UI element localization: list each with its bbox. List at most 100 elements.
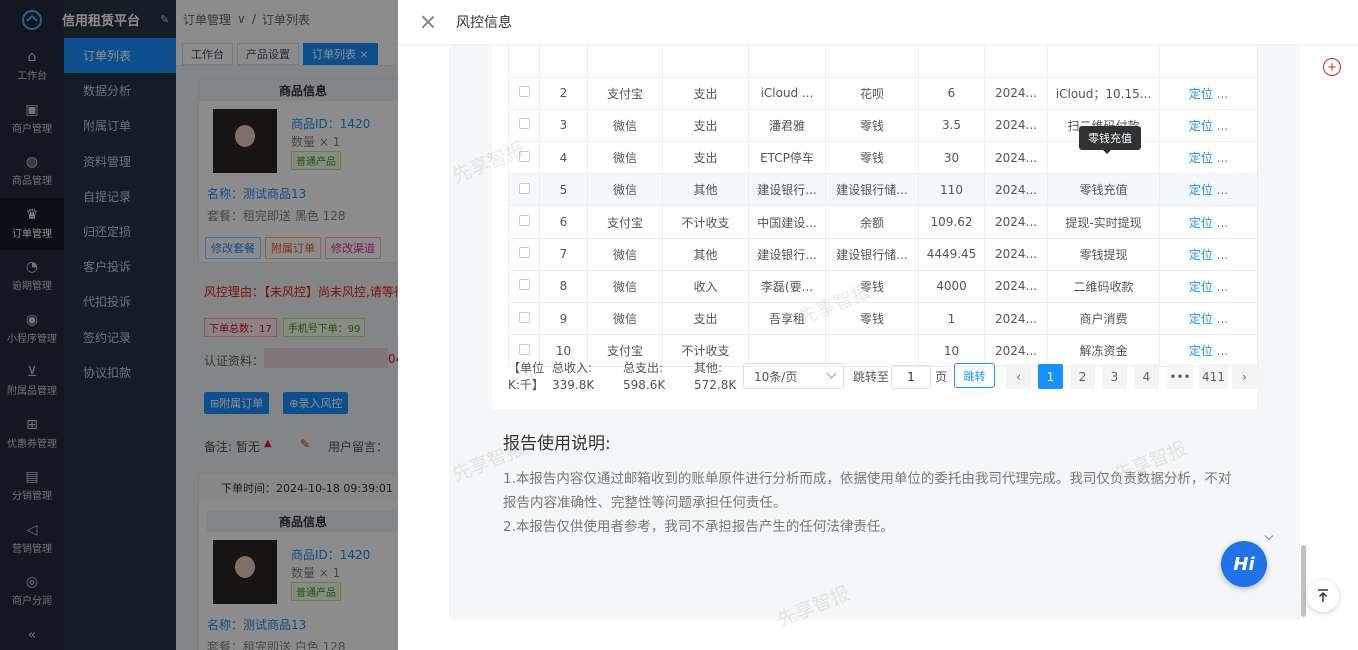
cell-date: 2024...	[984, 237, 1048, 271]
plus-circle-icon[interactable]: +	[1323, 58, 1341, 76]
cell-amount: 4449.45	[918, 237, 985, 271]
cell-type: 收入	[662, 269, 749, 304]
expense-value: 598.6K	[623, 378, 666, 392]
cell-party: 吾享租	[748, 301, 826, 336]
table-row: 8 微信 收入 李磊(要... 零钱 4000 2024... 二维码收款 定位 ...	[508, 269, 1258, 304]
table-row: 4 微信 支出 ETCP停车 零钱 30 2024... 定位 ...	[508, 141, 1258, 175]
table-row: 3微信支出潘君雅零钱3.52024...扫二维码付款定位 ...	[508, 108, 1258, 143]
back-to-top-button[interactable]	[1307, 580, 1339, 612]
cell-type: 其他	[662, 237, 749, 271]
page-size-select[interactable]: 10条/页	[743, 363, 844, 389]
page-button[interactable]: 4	[1134, 364, 1159, 389]
chat-bubble-button[interactable]: Hi	[1221, 541, 1267, 587]
row-checkbox[interactable]	[518, 182, 530, 194]
cell-op[interactable]: 定位 ...	[1159, 301, 1258, 336]
row-checkbox[interactable]	[518, 150, 530, 162]
notes-body: 1.本报告内容仅通过邮箱收到的账单原件进行分析而成，依据使用单位的委托由我司代理…	[503, 467, 1243, 539]
cell-method: 花呗	[825, 76, 919, 110]
transactions-table: 2 支付宝 支出 iCloud ... 花呗 6 2024... iCloud；10.15..…	[508, 45, 1258, 368]
cell-op[interactable]: 定位 ...	[1159, 173, 1258, 207]
drawer-header: 风控信息	[398, 0, 1358, 45]
modal-mask[interactable]	[0, 0, 398, 650]
close-icon[interactable]	[420, 14, 436, 30]
cell-amount: 1	[918, 301, 985, 336]
cell-date: 2024...	[984, 141, 1048, 175]
row-checkbox[interactable]	[518, 343, 530, 355]
cell-date: 2024...	[984, 334, 1048, 368]
cell-type: 支出	[662, 76, 749, 110]
row-checkbox-cell	[508, 237, 540, 271]
cell-amount: 109.62	[918, 205, 985, 239]
cell-method: 余额	[825, 205, 919, 239]
row-checkbox-cell	[508, 141, 540, 175]
arrow-up-icon	[1318, 589, 1328, 602]
scroll-thumb[interactable]	[1301, 545, 1306, 617]
summary-income: 总收入: 339.8K	[552, 360, 594, 394]
cell-no: 5	[539, 173, 588, 207]
cell-date: 2024...	[984, 76, 1048, 110]
note-2: 2.本报告仅供使用者参考，我司不承担报告产生的任何法律责任。	[503, 519, 894, 535]
cell-pay: 微信	[587, 237, 663, 271]
cell-amount: 110	[918, 173, 985, 207]
cell-no: 7	[539, 237, 588, 271]
cell-desc: 提现-实时提现	[1047, 205, 1160, 239]
cell-pay: 微信	[587, 108, 663, 143]
cell-op[interactable]: 定位 ...	[1159, 141, 1258, 175]
cell-op[interactable]: 定位 ...	[1159, 108, 1258, 143]
table-row: 2 支付宝 支出 iCloud ... 花呗 6 2024... iCloud；10.15..…	[508, 76, 1258, 110]
next-page-button[interactable]: ›	[1232, 364, 1257, 389]
cell-method: 建设银行储...	[825, 237, 919, 271]
summary-expense: 总支出: 598.6K	[623, 360, 665, 394]
row-checkbox[interactable]	[518, 279, 530, 291]
cell-desc: 零钱充值	[1047, 173, 1160, 207]
summary-unit: 【单位 K:千】	[508, 360, 552, 394]
cell-method: 零钱	[825, 269, 919, 304]
cell-no: 2	[539, 76, 588, 110]
cell-method: 零钱	[825, 108, 919, 143]
cell-method: 建设银行储...	[825, 173, 919, 207]
cell-type: 支出	[662, 141, 749, 175]
table-row: 10 支付宝 不计收支 10 2024... 解冻资金 定位 ...	[508, 334, 1258, 368]
note-1: 1.本报告内容仅通过邮箱收到的账单原件进行分析而成，依据使用单位的委托由我司代理…	[503, 471, 1232, 511]
scrollbar[interactable]	[1301, 140, 1306, 620]
cell-type: 其他	[662, 173, 749, 207]
page-button[interactable]: 3	[1102, 364, 1127, 389]
cell-party: 潘君雅	[748, 108, 826, 143]
cell-method: 零钱	[825, 141, 919, 175]
jump-page-input[interactable]: 1	[891, 365, 931, 389]
row-checkbox[interactable]	[518, 86, 530, 98]
income-value: 339.8K	[552, 378, 595, 392]
row-checkbox-cell	[508, 76, 540, 110]
cell-op[interactable]: 定位 ...	[1159, 269, 1258, 304]
prev-page-button[interactable]: ‹	[1006, 364, 1031, 389]
row-checkbox[interactable]	[518, 311, 530, 323]
cell-no: 6	[539, 205, 588, 239]
cell-desc: iCloud；10.15...	[1047, 76, 1160, 110]
cell-date: 2024...	[984, 269, 1048, 304]
row-checkbox-cell	[508, 301, 540, 336]
jump-button[interactable]: 跳转	[954, 363, 995, 388]
page-button[interactable]: 411	[1199, 364, 1228, 389]
jump-label: 跳转至	[853, 370, 890, 384]
page-button[interactable]: 1	[1038, 364, 1063, 389]
unit-label: 【单位 K:千】	[508, 361, 545, 392]
cell-party: 建设银行...	[748, 173, 826, 207]
cell-party: 建设银行...	[748, 237, 826, 271]
row-checkbox[interactable]	[518, 118, 530, 130]
page-button[interactable]: •••	[1167, 364, 1193, 389]
row-checkbox[interactable]	[518, 215, 530, 227]
transactions-card: 2 支付宝 支出 iCloud ... 花呗 6 2024... iCloud；10.15..…	[492, 45, 1258, 409]
page-unit: 页	[935, 370, 948, 384]
tooltip: 零钱充值	[1079, 126, 1141, 154]
row-checkbox[interactable]	[518, 247, 530, 259]
income-label: 总收入:	[552, 361, 593, 375]
expense-label: 总支出:	[623, 361, 664, 375]
page-button[interactable]: 2	[1070, 364, 1095, 389]
cell-op[interactable]: 定位 ...	[1159, 334, 1258, 368]
cell-op[interactable]: 定位 ...	[1159, 237, 1258, 271]
cell-op[interactable]: 定位 ...	[1159, 205, 1258, 239]
notes-title: 报告使用说明:	[503, 434, 611, 454]
cell-op[interactable]: 定位 ...	[1159, 76, 1258, 110]
cell-amount: 30	[918, 141, 985, 175]
cell-date: 2024...	[984, 173, 1048, 207]
